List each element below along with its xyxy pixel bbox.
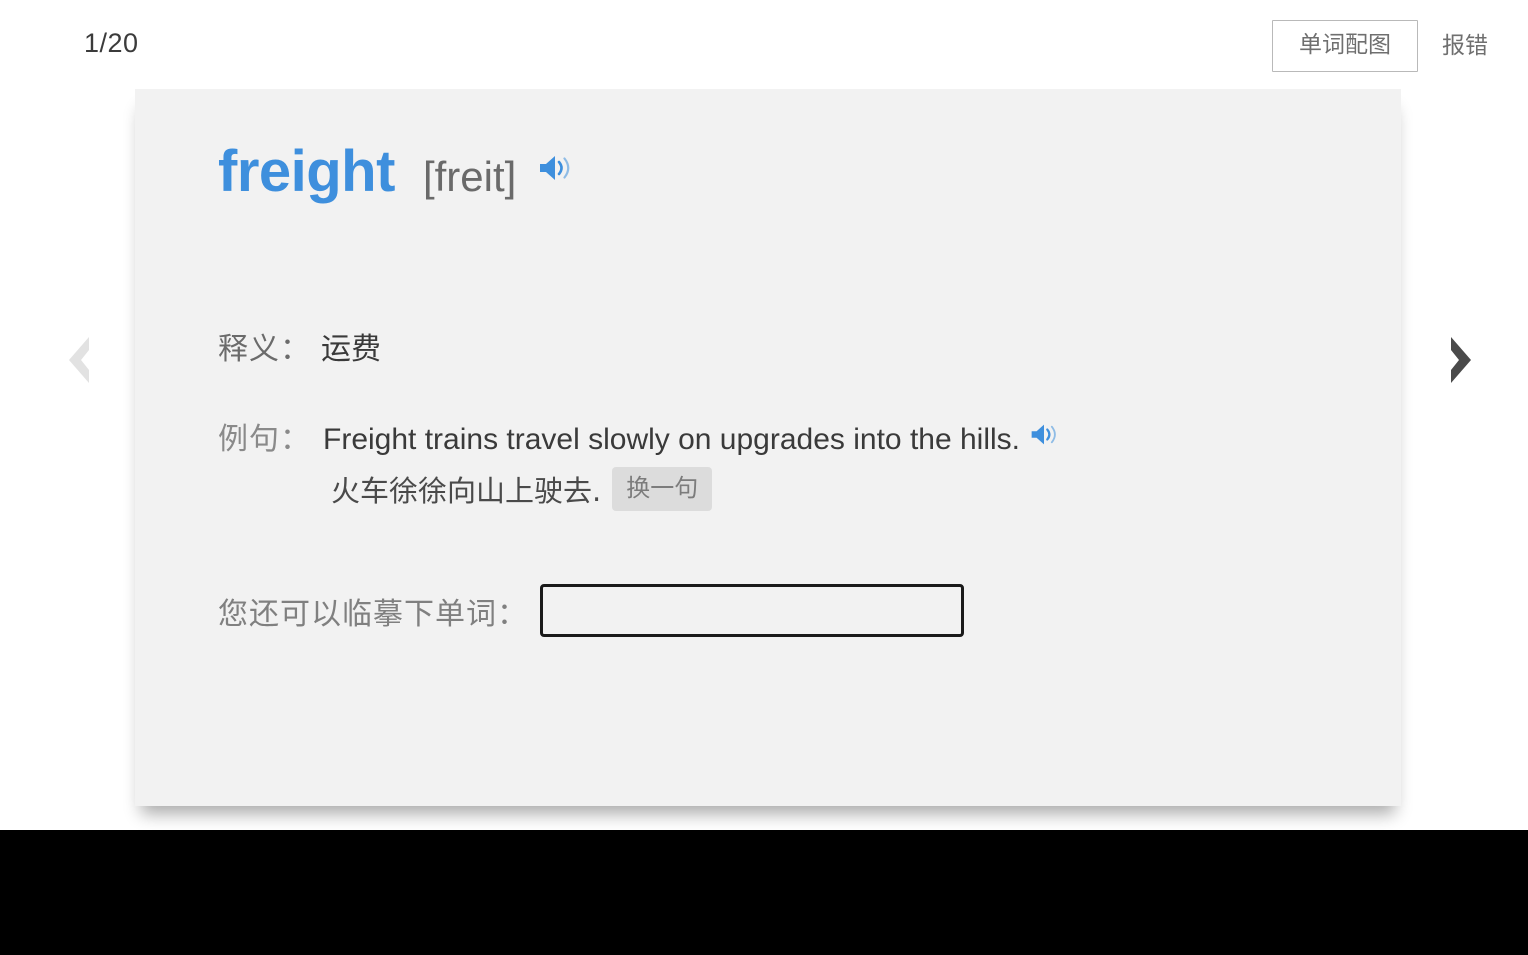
- definition-label: 释义：: [218, 332, 311, 367]
- chevron-left-icon: [59, 332, 101, 393]
- word-text: freight: [218, 139, 395, 204]
- previous-word-arrow[interactable]: [48, 330, 112, 394]
- chevron-right-icon: [1439, 332, 1481, 393]
- word-study-page: 1/20 单词配图 报错 freight [freit] 释义： 运费 例句： …: [0, 0, 1528, 830]
- example-chinese-text: 火车徐徐向山上驶去.: [331, 474, 602, 508]
- word-illustration-button[interactable]: 单词配图: [1272, 20, 1418, 72]
- word-heading-row: freight [freit]: [218, 137, 572, 212]
- speaker-icon[interactable]: [538, 153, 572, 188]
- progress-counter: 1/20: [84, 28, 139, 58]
- practice-word-input[interactable]: [540, 584, 964, 637]
- next-word-arrow[interactable]: [1428, 330, 1492, 394]
- definition-row: 释义： 运费: [218, 324, 381, 368]
- report-error-link[interactable]: 报错: [1440, 28, 1490, 64]
- example-label: 例句：: [218, 422, 311, 457]
- bottom-black-band: [0, 830, 1528, 955]
- change-sentence-button[interactable]: 换一句: [612, 467, 713, 511]
- practice-row: 您还可以临摹下单词：: [218, 584, 964, 637]
- word-card: freight [freit] 释义： 运费 例句： Freight train…: [135, 89, 1401, 806]
- definition-value: 运费: [321, 332, 381, 367]
- example-translation-row: 火车徐徐向山上驶去. 换一句: [331, 467, 713, 511]
- header-actions: 单词配图 报错: [1272, 20, 1490, 72]
- practice-label: 您还可以临摹下单词：: [218, 596, 528, 632]
- phonetic-text: [freit]: [422, 153, 517, 200]
- speaker-icon[interactable]: [1030, 422, 1058, 451]
- example-sentence-row: 例句： Freight trains travel slowly on upgr…: [218, 414, 1058, 458]
- example-english-text: Freight trains travel slowly on upgrades…: [323, 423, 1021, 456]
